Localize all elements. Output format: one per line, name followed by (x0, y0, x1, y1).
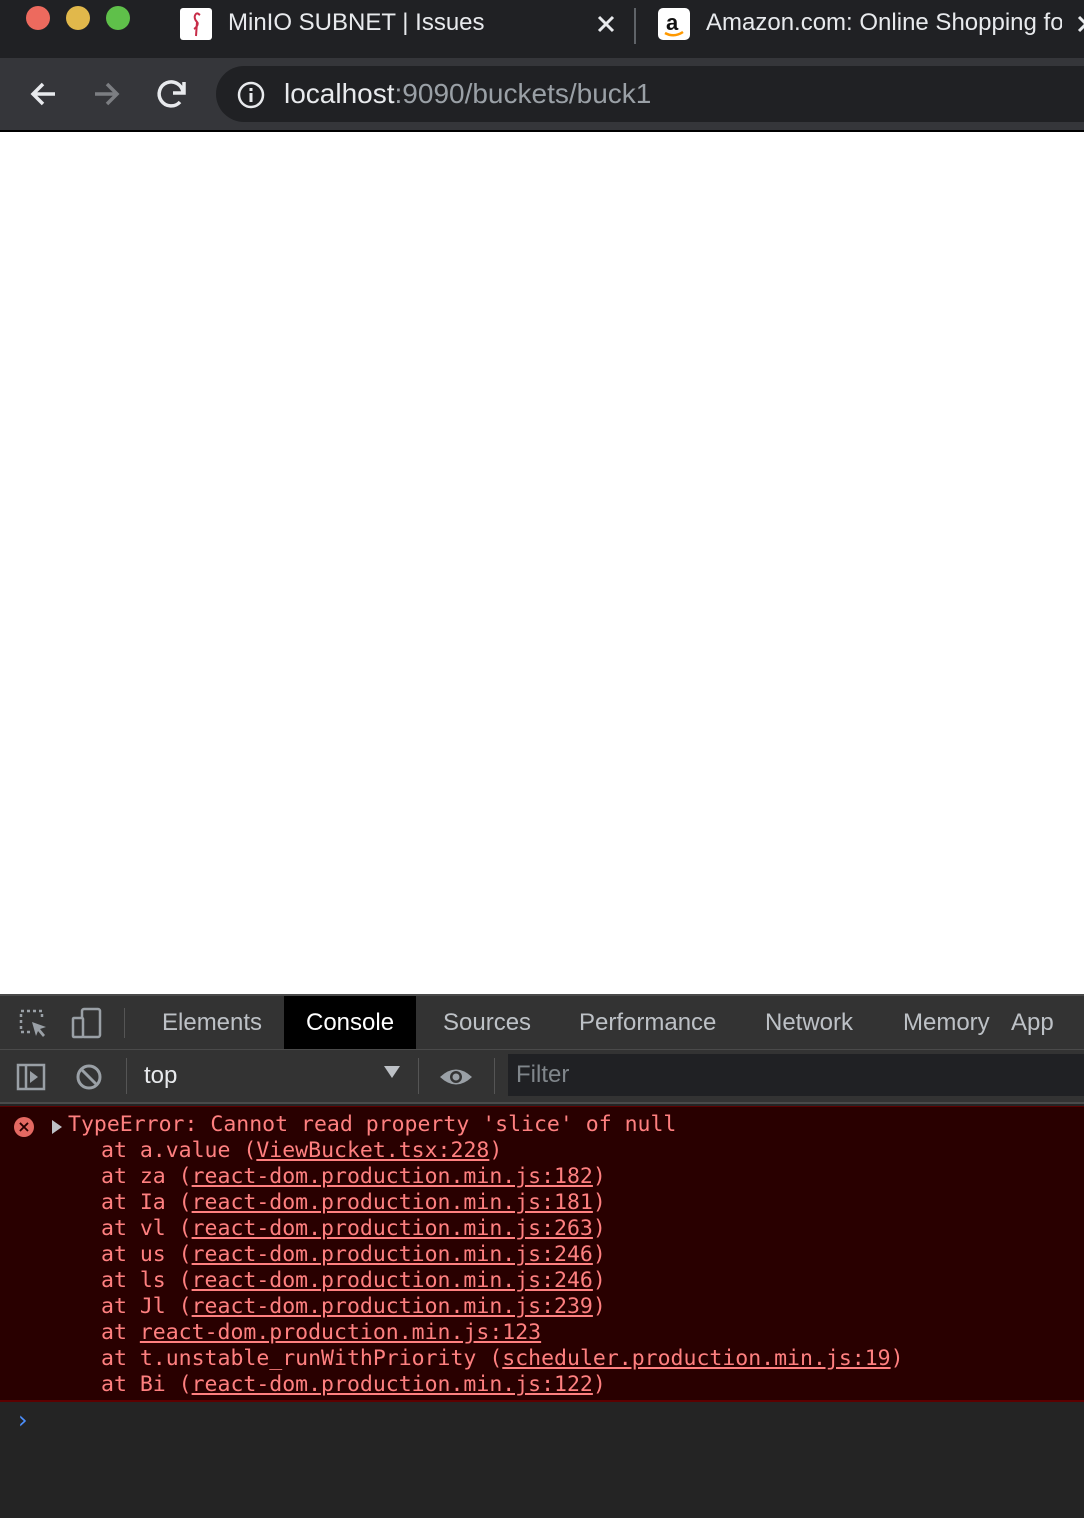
arrow-left-icon (30, 82, 55, 106)
tab-sources[interactable]: Sources (421, 996, 553, 1049)
page-content (0, 132, 1084, 994)
stack-trace-line: at Bi (react-dom.production.min.js:122) (101, 1372, 904, 1398)
source-link[interactable]: react-dom.production.min.js:246 (192, 1268, 593, 1293)
console-toolbar: top (0, 1050, 1084, 1104)
source-link[interactable]: react-dom.production.min.js:123 (140, 1320, 541, 1345)
source-link[interactable]: react-dom.production.min.js:122 (192, 1372, 593, 1397)
divider (126, 1058, 127, 1094)
url-host: localhost (284, 78, 395, 109)
window-maximize-button[interactable] (106, 6, 130, 30)
stack-trace-line: at a.value (ViewBucket.tsx:228) (101, 1138, 904, 1164)
forward-button[interactable] (86, 72, 130, 116)
tab-title: Amazon.com: Online Shopping for (706, 9, 1062, 36)
device-toolbar-icon[interactable] (70, 1006, 104, 1040)
stack-frame-suffix: ) (592, 1372, 606, 1397)
show-console-sidebar-icon[interactable] (16, 1062, 46, 1092)
tab-console[interactable]: Console (284, 996, 417, 1049)
source-link[interactable]: ViewBucket.tsx:228 (256, 1138, 489, 1163)
browser-tab-minio[interactable]: MinIO SUBNET | Issues (160, 0, 630, 50)
tab-performance[interactable]: Performance (557, 996, 738, 1049)
stack-frame-suffix: ) (489, 1138, 503, 1163)
error-text: TypeError: Cannot read property 'slice' … (68, 1112, 677, 1137)
stack-trace-line: at za (react-dom.production.min.js:182) (101, 1164, 904, 1190)
stack-trace-line: at ls (react-dom.production.min.js:246) (101, 1268, 904, 1294)
source-link[interactable]: react-dom.production.min.js:182 (192, 1164, 593, 1189)
browser-tab-amazon[interactable]: a Amazon.com: Online Shopping for (636, 0, 1084, 50)
stack-frame-prefix: at t.unstable_runWithPriority ( (101, 1346, 503, 1371)
browser-tab-strip: MinIO SUBNET | Issues a Amazon.com: Onli… (0, 0, 1084, 58)
minio-flamingo-icon (180, 8, 212, 40)
reload-icon (157, 80, 186, 108)
arrow-right-icon (95, 82, 120, 106)
stack-trace-line: at t.unstable_runWithPriority (scheduler… (101, 1346, 904, 1372)
chevron-down-icon[interactable] (384, 1066, 400, 1078)
stack-frame-prefix: at a.value ( (101, 1138, 257, 1163)
stack-frame-prefix: at Bi ( (101, 1372, 192, 1397)
stack-frame-suffix: ) (592, 1164, 606, 1189)
info-icon[interactable] (236, 80, 266, 110)
devtools-panel: Elements Console Sources Performance Net… (0, 994, 1084, 1518)
stack-trace-line: at vl (react-dom.production.min.js:263) (101, 1216, 904, 1242)
back-button[interactable] (22, 72, 66, 116)
divider (124, 1008, 125, 1038)
devtools-tab-bar: Elements Console Sources Performance Net… (0, 996, 1084, 1050)
url-text: localhost:9090/buckets/buck1 (284, 78, 651, 110)
tab-network[interactable]: Network (743, 996, 875, 1049)
error-icon: × (14, 1117, 34, 1137)
stack-frame-prefix: at ls ( (101, 1268, 192, 1293)
stack-trace-line: at us (react-dom.production.min.js:246) (101, 1242, 904, 1268)
close-icon[interactable] (1072, 10, 1084, 38)
source-link[interactable]: react-dom.production.min.js:263 (192, 1216, 593, 1241)
source-link[interactable]: react-dom.production.min.js:246 (192, 1242, 593, 1267)
expand-triangle-icon[interactable] (52, 1120, 62, 1134)
clear-console-icon[interactable] (74, 1062, 104, 1092)
close-icon[interactable] (592, 10, 620, 38)
stack-frame-suffix: ) (592, 1268, 606, 1293)
stack-trace-line: at Jl (react-dom.production.min.js:239) (101, 1294, 904, 1320)
stack-trace-line: at Ia (react-dom.production.min.js:181) (101, 1190, 904, 1216)
source-link[interactable]: react-dom.production.min.js:239 (192, 1294, 593, 1319)
stack-frame-prefix: at us ( (101, 1242, 192, 1267)
divider (494, 1058, 495, 1094)
reload-button[interactable] (150, 72, 194, 116)
divider (418, 1058, 419, 1094)
window-close-button[interactable] (26, 6, 50, 30)
stack-frame-prefix: at (101, 1320, 140, 1345)
stack-frame-suffix: ) (592, 1190, 606, 1215)
tab-title: MinIO SUBNET | Issues (228, 9, 485, 36)
amazon-a-icon: a (658, 8, 690, 40)
source-link[interactable]: scheduler.production.min.js:19 (502, 1346, 890, 1371)
stack-frame-prefix: at vl ( (101, 1216, 192, 1241)
stack-frame-prefix: at Jl ( (101, 1294, 192, 1319)
stack-frame-suffix: ) (592, 1294, 606, 1319)
stack-trace-line: at react-dom.production.min.js:123 (101, 1320, 904, 1346)
eye-icon[interactable] (438, 1062, 474, 1092)
address-bar[interactable]: localhost:9090/buckets/buck1 (216, 66, 1084, 122)
svg-text:a: a (666, 10, 679, 35)
stack-frame-prefix: at za ( (101, 1164, 192, 1189)
stack-frame-suffix: ) (592, 1216, 606, 1241)
stack-frame-prefix: at Ia ( (101, 1190, 192, 1215)
window-minimize-button[interactable] (66, 6, 90, 30)
tab-elements[interactable]: Elements (140, 996, 284, 1049)
inspect-element-icon[interactable] (16, 1006, 50, 1040)
browser-toolbar: localhost:9090/buckets/buck1 (0, 58, 1084, 132)
console-error-message: × TypeError: Cannot read property 'slice… (0, 1106, 1084, 1402)
context-selector[interactable]: top (144, 1062, 177, 1090)
filter-input[interactable] (508, 1054, 1084, 1096)
stack-frame-suffix: ) (890, 1346, 904, 1371)
console-prompt-chevron-icon[interactable]: › (18, 1406, 28, 1434)
tab-application[interactable]: App (989, 996, 1076, 1049)
source-link[interactable]: react-dom.production.min.js:181 (192, 1190, 593, 1215)
url-path: :9090/buckets/buck1 (394, 78, 652, 109)
stack-frame-suffix: ) (592, 1242, 606, 1267)
stack-trace: at a.value (ViewBucket.tsx:228) at za (re… (101, 1138, 904, 1398)
